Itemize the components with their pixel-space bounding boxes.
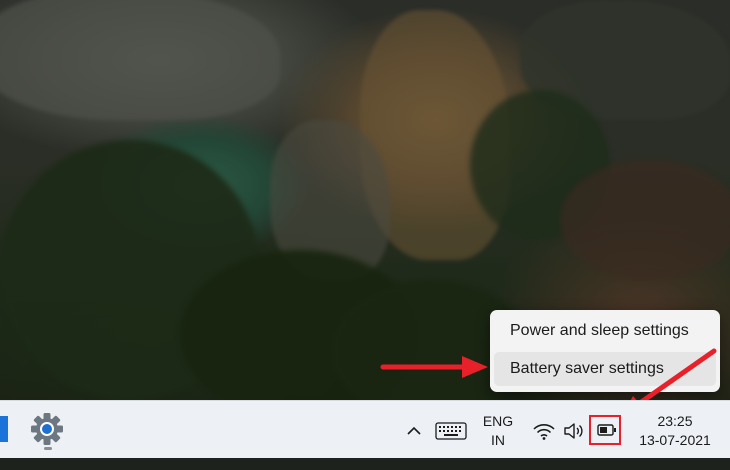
clock-date: 13-07-2021 xyxy=(639,432,711,448)
settings-gear-icon xyxy=(31,413,63,445)
network-button[interactable] xyxy=(532,421,556,441)
settings-app-button[interactable] xyxy=(28,411,66,451)
input-language-indicator[interactable]: ENG IN xyxy=(476,412,520,470)
clock-button[interactable]: 23:25 13-07-2021 xyxy=(630,412,720,470)
battery-context-menu: Power and sleep settings Battery saver s… xyxy=(490,310,720,392)
language-code: ENG xyxy=(482,413,514,429)
menu-item-battery-saver-settings[interactable]: Battery saver settings xyxy=(494,352,716,386)
touch-keyboard-button[interactable] xyxy=(435,422,467,440)
chevron-up-icon xyxy=(407,426,421,435)
start-button-edge[interactable] xyxy=(0,416,8,442)
wifi-icon xyxy=(533,424,555,440)
taskbar: ENG IN 23:25 13-07-2021 xyxy=(0,400,730,458)
volume-button[interactable] xyxy=(563,421,585,441)
clock-time: 23:25 xyxy=(657,413,693,429)
battery-button[interactable] xyxy=(589,415,621,445)
show-hidden-icons-button[interactable] xyxy=(403,421,425,441)
speaker-icon xyxy=(564,423,583,439)
keyboard-icon xyxy=(435,422,467,440)
menu-item-power-sleep-settings[interactable]: Power and sleep settings xyxy=(494,314,716,348)
running-indicator xyxy=(44,447,52,450)
battery-icon xyxy=(597,424,616,436)
language-region: IN xyxy=(491,432,505,448)
